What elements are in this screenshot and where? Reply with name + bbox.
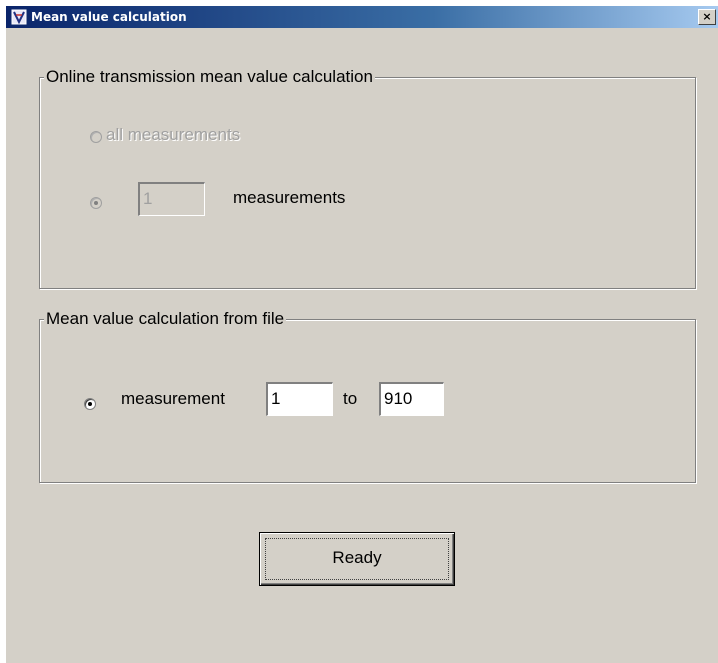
file-mean-group-title: Mean value calculation from file [44,309,287,329]
n-measurements-radio[interactable] [90,197,102,209]
ready-button-label: Ready [332,548,382,567]
window-title: Mean value calculation [31,10,187,24]
online-mean-group: Online transmission mean value calculati… [39,67,696,289]
to-label: to [343,389,358,408]
measurement-from-label: measurement [121,389,225,408]
dialog-window: Mean value calculation × Online transmis… [5,5,718,663]
file-range-radio[interactable] [84,398,96,410]
app-icon [11,9,27,25]
title-bar[interactable]: Mean value calculation × [6,6,718,28]
to-measurement-input[interactable]: 910 [379,382,444,416]
ready-button[interactable]: Ready [259,532,455,586]
measurement-count-input[interactable]: 1 [138,182,205,216]
radio-selected-dot [88,402,92,406]
all-measurements-label: all measurements [106,125,241,144]
from-measurement-input[interactable]: 1 [266,382,333,416]
all-measurements-radio[interactable] [90,131,102,143]
close-icon: × [702,10,712,23]
close-button[interactable]: × [698,9,716,25]
radio-selected-dot [94,201,98,205]
file-mean-group: Mean value calculation from file measure… [39,309,696,483]
online-mean-group-title: Online transmission mean value calculati… [44,67,375,87]
measurements-suffix-label: measurements [233,188,346,207]
